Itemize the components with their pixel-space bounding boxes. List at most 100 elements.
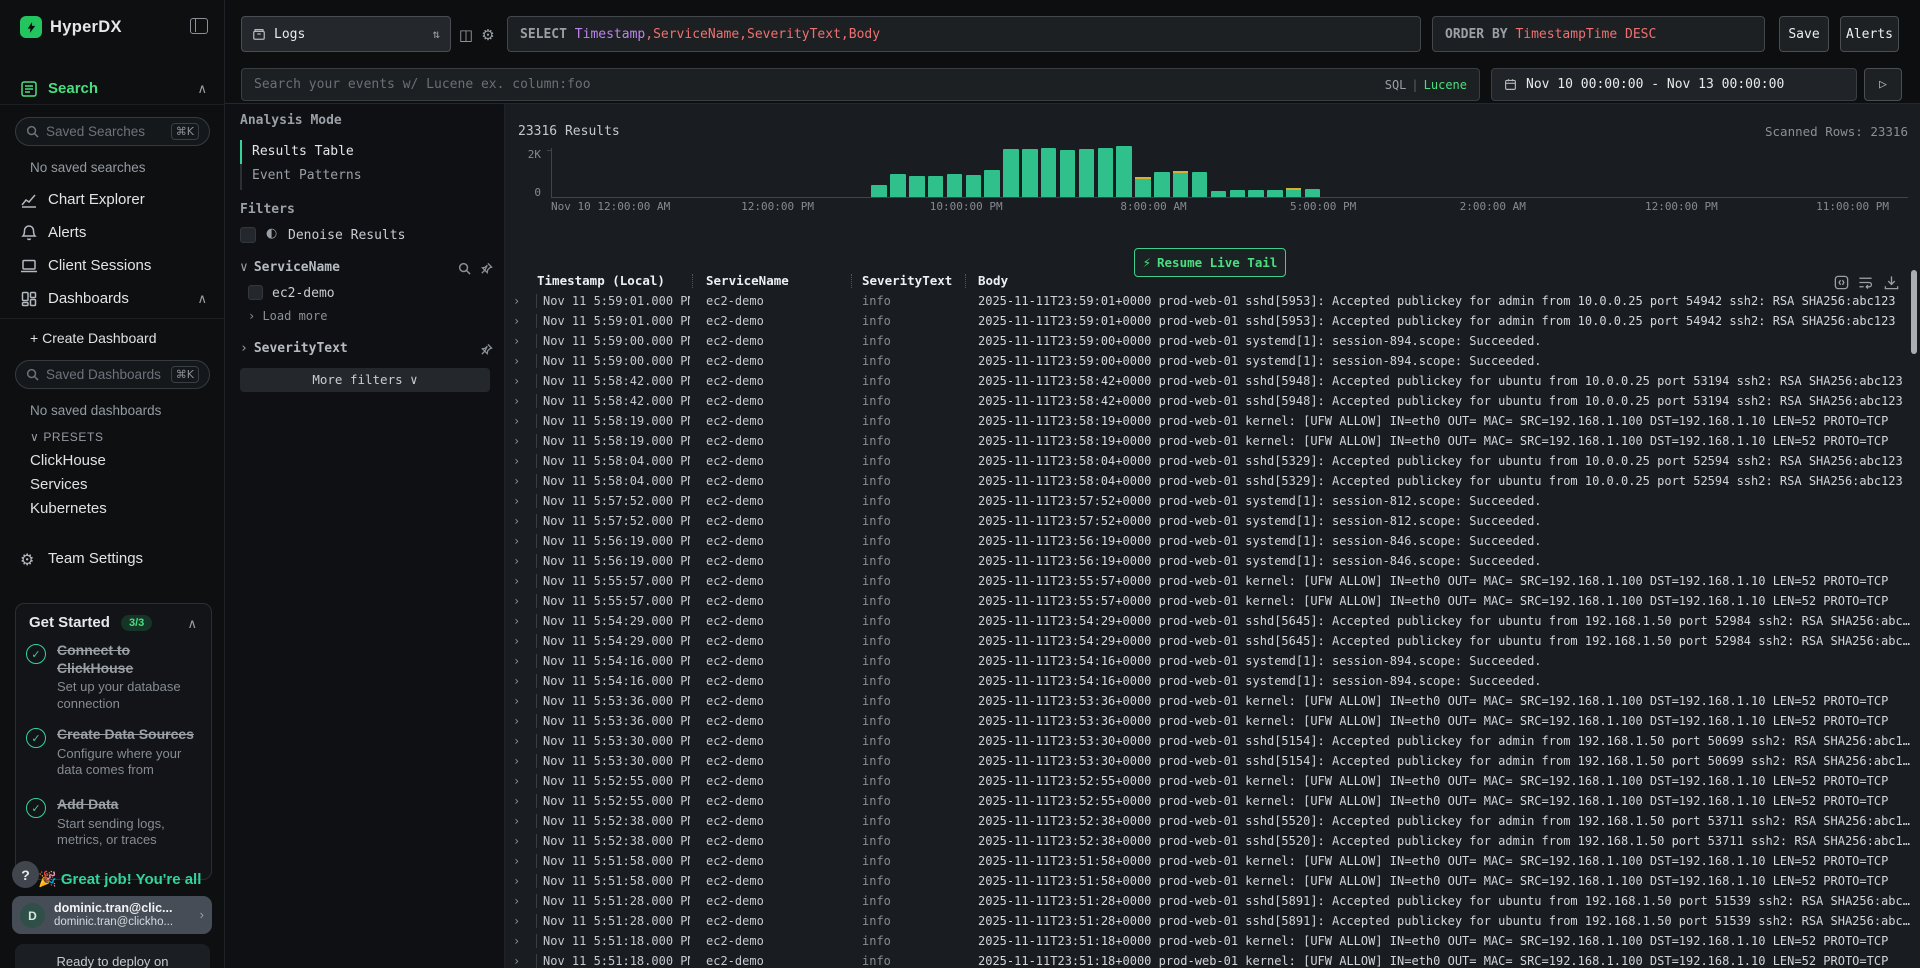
preset-services[interactable]: Services — [30, 476, 88, 493]
histogram-bar[interactable] — [1192, 172, 1207, 198]
date-range-picker[interactable]: Nov 10 00:00:00 - Nov 13 00:00:00 — [1491, 68, 1857, 101]
table-row[interactable]: › Nov 11 5:51:28.000 PM ec2-demo info 20… — [505, 892, 1920, 912]
row-expand-chevron[interactable]: › — [513, 374, 529, 388]
column-header-timestamp[interactable]: Timestamp (Local) — [537, 273, 665, 288]
sidebar-item-alerts[interactable]: Alerts — [0, 223, 225, 245]
presets-toggle[interactable]: ∨ PRESETS — [30, 430, 104, 444]
load-more-button[interactable]: › Load more — [248, 309, 327, 323]
table-row[interactable]: › Nov 11 5:58:04.000 PM ec2-demo info 20… — [505, 472, 1920, 492]
filter-group-servicename[interactable]: ∨ServiceName — [240, 260, 340, 275]
histogram-bar[interactable] — [947, 174, 962, 198]
chevron-up-icon[interactable]: ∧ — [187, 616, 197, 632]
save-button[interactable]: Save — [1779, 16, 1829, 52]
histogram-bar[interactable] — [1060, 150, 1075, 198]
denoise-checkbox[interactable] — [240, 227, 256, 243]
table-row[interactable]: › Nov 11 5:51:18.000 PM ec2-demo info 20… — [505, 952, 1920, 968]
table-row[interactable]: › Nov 11 5:52:38.000 PM ec2-demo info 20… — [505, 832, 1920, 852]
gear-icon[interactable]: ⚙ — [479, 26, 497, 44]
saved-searches-input[interactable]: ⌘K — [15, 117, 210, 146]
service-ec2-demo-checkbox[interactable] — [248, 285, 263, 300]
table-row[interactable]: › Nov 11 5:58:42.000 PM ec2-demo info 20… — [505, 392, 1920, 412]
row-expand-chevron[interactable]: › — [513, 914, 529, 928]
histogram-bars[interactable] — [551, 142, 1908, 198]
language-toggle[interactable]: SQL|Lucene — [1385, 78, 1467, 92]
histogram-bar[interactable] — [984, 170, 999, 198]
table-row[interactable]: › Nov 11 5:58:42.000 PM ec2-demo info 20… — [505, 372, 1920, 392]
table-row[interactable]: › Nov 11 5:52:38.000 PM ec2-demo info 20… — [505, 812, 1920, 832]
source-select[interactable]: Logs ⇅ — [241, 16, 451, 52]
row-expand-chevron[interactable]: › — [513, 794, 529, 808]
histogram-bar[interactable] — [890, 174, 905, 198]
row-expand-chevron[interactable]: › — [513, 654, 529, 668]
sidebar-item-team-settings[interactable]: ⚙ Team Settings — [0, 549, 225, 571]
table-row[interactable]: › Nov 11 5:55:57.000 PM ec2-demo info 20… — [505, 572, 1920, 592]
table-row[interactable]: › Nov 11 5:51:58.000 PM ec2-demo info 20… — [505, 852, 1920, 872]
row-expand-chevron[interactable]: › — [513, 354, 529, 368]
service-option-label[interactable]: ec2-demo — [272, 286, 335, 301]
row-expand-chevron[interactable]: › — [513, 574, 529, 588]
table-row[interactable]: › Nov 11 5:55:57.000 PM ec2-demo info 20… — [505, 592, 1920, 612]
column-header-servicename[interactable]: ServiceName — [706, 273, 789, 288]
run-query-button[interactable]: ▷ — [1864, 68, 1902, 101]
sidebar-item-client-sessions[interactable]: Client Sessions — [0, 256, 225, 278]
histogram-bar[interactable] — [1022, 149, 1037, 198]
user-menu[interactable]: D dominic.tran@clic... dominic.tran@clic… — [12, 896, 212, 934]
row-expand-chevron[interactable]: › — [513, 874, 529, 888]
table-row[interactable]: › Nov 11 5:56:19.000 PM ec2-demo info 20… — [505, 532, 1920, 552]
histogram-bar[interactable] — [1173, 171, 1188, 198]
table-row[interactable]: › Nov 11 5:51:18.000 PM ec2-demo info 20… — [505, 932, 1920, 952]
alerts-button[interactable]: Alerts — [1840, 16, 1899, 52]
event-search-input[interactable] — [242, 77, 1479, 92]
row-expand-chevron[interactable]: › — [513, 454, 529, 468]
select-clause-input[interactable]: SELECT Timestamp,ServiceName,SeverityTex… — [507, 16, 1421, 52]
histogram-bar[interactable] — [928, 176, 943, 198]
table-row[interactable]: › Nov 11 5:56:19.000 PM ec2-demo info 20… — [505, 552, 1920, 572]
sidebar-collapse-icon[interactable] — [190, 18, 208, 34]
saved-dashboards-input[interactable]: ⌘K — [15, 360, 210, 389]
table-row[interactable]: › Nov 11 5:53:36.000 PM ec2-demo info 20… — [505, 712, 1920, 732]
table-row[interactable]: › Nov 11 5:57:52.000 PM ec2-demo info 20… — [505, 492, 1920, 512]
filter-search-icon[interactable] — [458, 262, 472, 276]
column-header-body[interactable]: Body — [978, 273, 1008, 288]
row-expand-chevron[interactable]: › — [513, 594, 529, 608]
row-expand-chevron[interactable]: › — [513, 674, 529, 688]
row-expand-chevron[interactable]: › — [513, 694, 529, 708]
more-filters-button[interactable]: More filters ∨ — [240, 368, 490, 392]
column-separator[interactable] — [692, 274, 693, 288]
row-expand-chevron[interactable]: › — [513, 754, 529, 768]
denoise-label[interactable]: Denoise Results — [288, 228, 405, 243]
row-expand-chevron[interactable]: › — [513, 334, 529, 348]
histogram-bar[interactable] — [1135, 177, 1150, 198]
row-expand-chevron[interactable]: › — [513, 494, 529, 508]
row-expand-chevron[interactable]: › — [513, 714, 529, 728]
table-row[interactable]: › Nov 11 5:58:19.000 PM ec2-demo info 20… — [505, 412, 1920, 432]
table-row[interactable]: › Nov 11 5:59:00.000 PM ec2-demo info 20… — [505, 332, 1920, 352]
table-row[interactable]: › Nov 11 5:51:58.000 PM ec2-demo info 20… — [505, 872, 1920, 892]
table-row[interactable]: › Nov 11 5:54:16.000 PM ec2-demo info 20… — [505, 672, 1920, 692]
row-expand-chevron[interactable]: › — [513, 854, 529, 868]
row-expand-chevron[interactable]: › — [513, 294, 529, 308]
histogram-bar[interactable] — [966, 175, 981, 198]
table-row[interactable]: › Nov 11 5:53:30.000 PM ec2-demo info 20… — [505, 752, 1920, 772]
table-row[interactable]: › Nov 11 5:59:00.000 PM ec2-demo info 20… — [505, 352, 1920, 372]
row-expand-chevron[interactable]: › — [513, 634, 529, 648]
table-row[interactable]: › Nov 11 5:58:04.000 PM ec2-demo info 20… — [505, 452, 1920, 472]
filter-group-severitytext[interactable]: ›SeverityText — [240, 341, 348, 356]
row-expand-chevron[interactable]: › — [513, 954, 529, 968]
event-search-box[interactable]: SQL|Lucene — [241, 68, 1480, 101]
mode-event-patterns[interactable]: Event Patterns — [252, 168, 362, 183]
histogram-bar[interactable] — [1003, 149, 1018, 198]
events-histogram[interactable] — [551, 142, 1908, 198]
scrollbar-thumb[interactable] — [1911, 270, 1917, 354]
table-row[interactable]: › Nov 11 5:54:29.000 PM ec2-demo info 20… — [505, 632, 1920, 652]
row-expand-chevron[interactable]: › — [513, 554, 529, 568]
column-separator[interactable] — [851, 274, 852, 288]
create-dashboard-button[interactable]: + Create Dashboard — [30, 330, 156, 346]
row-expand-chevron[interactable]: › — [513, 534, 529, 548]
row-expand-chevron[interactable]: › — [513, 834, 529, 848]
row-expand-chevron[interactable]: › — [513, 774, 529, 788]
row-expand-chevron[interactable]: › — [513, 514, 529, 528]
table-row[interactable]: › Nov 11 5:59:01.000 PM ec2-demo info 20… — [505, 292, 1920, 312]
sql-toggle[interactable]: SQL — [1385, 78, 1407, 92]
column-header-severitytext[interactable]: SeverityText — [862, 273, 952, 288]
